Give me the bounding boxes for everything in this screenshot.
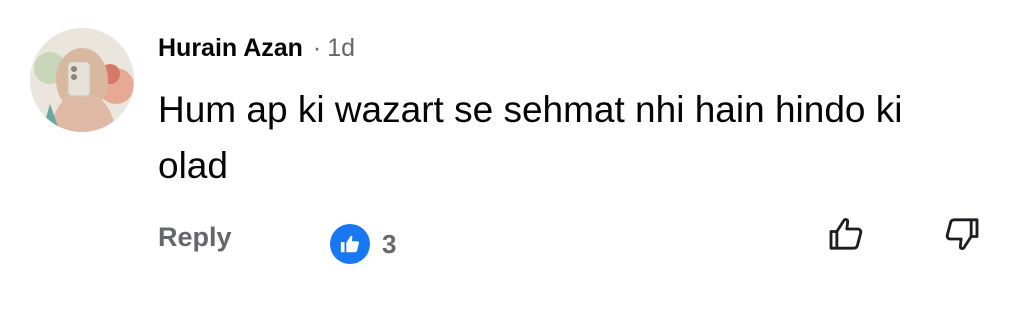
- like-count: 3: [382, 228, 397, 259]
- reply-button[interactable]: Reply: [158, 222, 232, 253]
- separator-dot: ·: [312, 33, 322, 62]
- thumbs-up-outline-icon: [829, 218, 863, 250]
- comment-card: Hurain Azan · 1d Hum ap ki wazart se seh…: [0, 0, 1024, 311]
- timestamp[interactable]: 1d: [327, 34, 355, 63]
- reaction-summary[interactable]: 3: [330, 224, 396, 264]
- upvote-button[interactable]: [824, 212, 868, 256]
- avatar[interactable]: [30, 28, 134, 132]
- comment-header: Hurain Azan · 1d: [158, 30, 355, 66]
- thumbs-down-outline-icon: [945, 218, 979, 250]
- downvote-button[interactable]: [940, 212, 984, 256]
- thumbs-up-icon: [330, 224, 370, 264]
- avatar-image: [30, 28, 134, 132]
- comment-text: Hum ap ki wazart se sehmat nhi hain hind…: [158, 89, 903, 186]
- author-name[interactable]: Hurain Azan: [158, 34, 303, 63]
